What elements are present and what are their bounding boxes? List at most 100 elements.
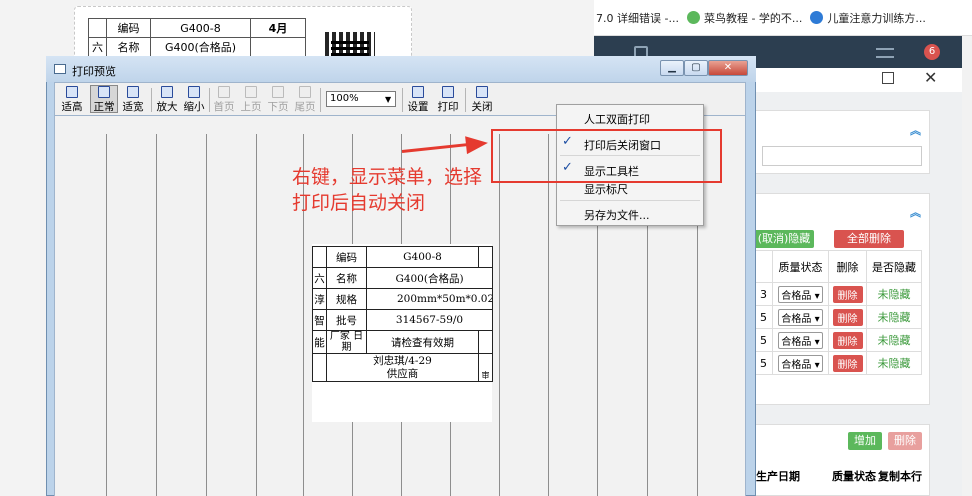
first-page-icon: [218, 86, 230, 98]
next-page-button[interactable]: 下页: [266, 86, 290, 114]
row-delete-button[interactable]: 删除: [832, 331, 863, 349]
page-guide-line: [206, 134, 207, 496]
side-mark: 审: [478, 353, 493, 382]
quality-cell: 合格品 ▾: [772, 328, 829, 352]
bookmark-label: 菜鸟教程 - 学的不...: [703, 11, 803, 25]
delete-all-button[interactable]: 全部删除: [834, 230, 904, 248]
bookmark-label: 7.0 详细错误 -...: [596, 11, 679, 25]
close-icon[interactable]: ✕: [924, 68, 937, 87]
arrow-icon: [465, 133, 489, 155]
quality-value: 合格品: [781, 313, 812, 325]
column-header: 删除: [828, 250, 867, 283]
button-label: 关闭: [471, 101, 493, 113]
first-page-button[interactable]: 首页: [212, 86, 236, 114]
window-titlebar[interactable]: [46, 56, 756, 82]
print-button[interactable]: 打印: [436, 86, 460, 114]
quality-select[interactable]: 合格品 ▾: [778, 285, 823, 303]
table-row: 刘忠琪/4-29 供应商 审: [312, 353, 493, 382]
edge-cell: [478, 246, 493, 268]
quality-select[interactable]: 合格品 ▾: [778, 354, 823, 372]
prev-page-button[interactable]: 上页: [239, 86, 263, 114]
table-row: 编码 G400-8 4月: [88, 18, 306, 38]
normal-button[interactable]: 正常: [90, 85, 118, 113]
last-page-icon: [299, 86, 311, 98]
fit-height-button[interactable]: 适高: [60, 86, 84, 114]
quality-select[interactable]: 合格品 ▾: [778, 308, 823, 326]
close-preview-button[interactable]: 关闭: [470, 86, 494, 114]
value-cell: 请检查有效期: [366, 330, 479, 354]
menu-item-save-as-file[interactable]: 另存为文件...: [584, 207, 650, 223]
button-label: 缩小: [183, 101, 205, 113]
label-table: 编码 G400-8 六 名称 G400(合格品) 淳 规格 200mm*50m*…: [312, 246, 493, 382]
extra-cell: [250, 37, 306, 57]
fit-width-icon: [127, 86, 139, 98]
menu-item-show-ruler[interactable]: 显示标尺: [584, 181, 628, 197]
fit-width-button[interactable]: 适宽: [121, 86, 145, 114]
button-label: 下页: [267, 101, 289, 113]
key-cell: 名称: [326, 267, 367, 289]
button-label: 适高: [61, 101, 83, 113]
menu-item-manual-duplex[interactable]: 人工双面打印: [584, 111, 650, 127]
bookmark-item[interactable]: 菜鸟教程 - 学的不...: [686, 10, 803, 26]
row-number: 5: [754, 305, 773, 329]
row-delete-button[interactable]: 删除: [832, 285, 863, 303]
side-cell: [88, 18, 107, 38]
close-button[interactable]: ✕: [708, 60, 748, 76]
add-button[interactable]: 增加: [848, 432, 882, 450]
bookmark-item[interactable]: 儿童注意力训练方...: [810, 10, 926, 26]
toolbar-separator: [320, 88, 321, 112]
quality-select[interactable]: 合格品 ▾: [778, 331, 823, 349]
window-title: 打印预览: [72, 65, 116, 78]
key-cell: 规格: [326, 288, 367, 310]
chevron-down-icon: ▼: [385, 95, 392, 104]
table-row: 5 合格品 ▾ 删除 未隐藏: [754, 328, 922, 352]
printer-icon: [442, 86, 454, 98]
delete-button[interactable]: 删除: [888, 432, 922, 450]
value-cell: 314567-59/0: [366, 309, 493, 331]
menu-icon[interactable]: [876, 48, 894, 58]
button-label: 适宽: [122, 101, 144, 113]
annotation-line: 打印后自动关闭: [292, 192, 426, 214]
hidden-status: 未隐藏: [866, 282, 922, 306]
side-cell: [312, 246, 327, 268]
collapse-icon[interactable]: ︽: [910, 122, 921, 138]
maximize-button[interactable]: ▢: [684, 60, 708, 76]
bookmark-label: 儿童注意力训练方...: [827, 11, 926, 25]
key-cell: 编码: [326, 246, 367, 268]
value-cell: G400(合格品): [150, 37, 251, 57]
table-row: 编码 G400-8: [312, 246, 493, 268]
bookmark-item[interactable]: 7.0 详细错误 -...: [596, 10, 679, 26]
button-label: 设置: [407, 101, 429, 113]
page-guide-line: [156, 134, 157, 496]
collapse-icon[interactable]: ︽: [910, 204, 921, 220]
last-page-button[interactable]: 尾页: [293, 86, 317, 114]
maximize-icon[interactable]: [882, 72, 894, 84]
items-table: 质量状态 删除 是否隐藏 3 合格品 ▾ 删除 未隐藏 5 合格品 ▾ 删除 未…: [754, 250, 922, 375]
side-cell: 六: [312, 267, 327, 289]
chevron-down-icon: ▾: [811, 336, 820, 348]
edge-cell: [478, 330, 493, 354]
toolbar-separator: [465, 88, 466, 112]
quality-cell: 合格品 ▾: [772, 282, 829, 306]
toggle-hide-button[interactable]: (取消)隐藏: [754, 230, 814, 248]
button-label: 上页: [240, 101, 262, 113]
zoom-out-button[interactable]: 缩小: [182, 86, 206, 114]
page-guide-line: [548, 134, 549, 496]
scrollbar[interactable]: [962, 36, 972, 496]
search-input[interactable]: [762, 146, 922, 166]
table-row: 能 厂家 日期 请检查有效期: [312, 330, 493, 354]
bookmarks-bar: 7.0 详细错误 -... 菜鸟教程 - 学的不... 儿童注意力训练方...: [594, 0, 972, 36]
delete-cell: 删除: [828, 328, 867, 352]
minimize-button[interactable]: ▁: [660, 60, 684, 76]
key-cell: 批号: [326, 309, 367, 331]
side-cell: 能: [312, 330, 327, 354]
delete-cell: 删除: [828, 282, 867, 306]
zoom-in-button[interactable]: 放大: [155, 86, 179, 114]
side-cell: 淳: [312, 288, 327, 310]
row-delete-button[interactable]: 删除: [832, 308, 863, 326]
month-cell: 4月: [250, 18, 306, 38]
footer-cell: 刘忠琪/4-29 供应商: [326, 353, 479, 382]
row-delete-button[interactable]: 删除: [832, 354, 863, 372]
settings-button[interactable]: 设置: [406, 86, 430, 114]
notification-badge[interactable]: 6: [924, 44, 940, 60]
